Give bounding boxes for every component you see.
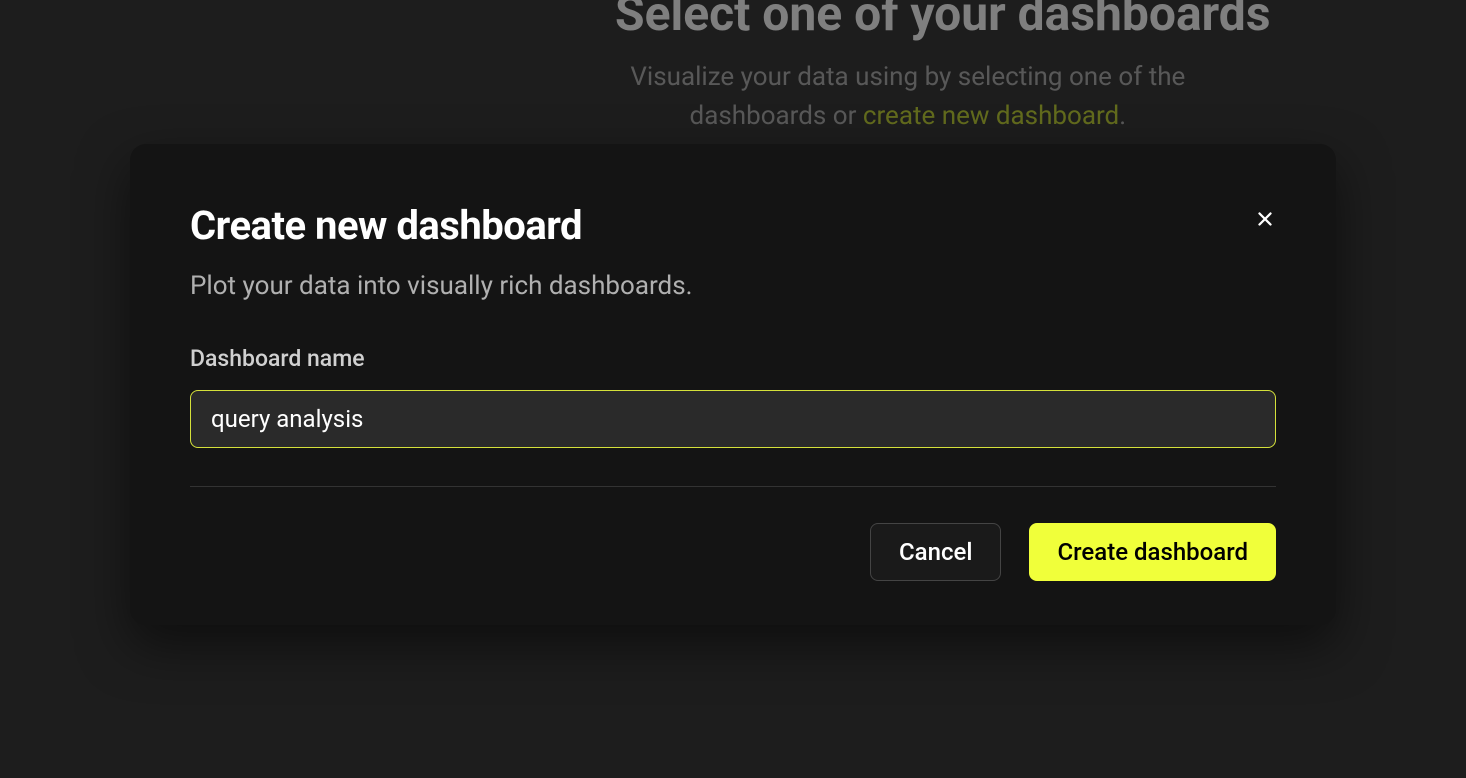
form-group: Dashboard name: [190, 345, 1276, 448]
divider: [190, 486, 1276, 487]
cancel-button[interactable]: Cancel: [870, 523, 1001, 581]
modal-header: Create new dashboard: [190, 202, 1276, 249]
close-button[interactable]: [1250, 204, 1280, 234]
create-dashboard-modal: Create new dashboard Plot your data into…: [130, 144, 1336, 625]
modal-title: Create new dashboard: [190, 202, 582, 249]
dashboard-name-label: Dashboard name: [190, 345, 1276, 372]
modal-footer: Cancel Create dashboard: [190, 523, 1276, 581]
close-icon: [1254, 208, 1276, 230]
dashboard-name-input[interactable]: [190, 390, 1276, 448]
modal-subtitle: Plot your data into visually rich dashbo…: [190, 271, 1276, 301]
create-dashboard-button[interactable]: Create dashboard: [1029, 523, 1276, 581]
